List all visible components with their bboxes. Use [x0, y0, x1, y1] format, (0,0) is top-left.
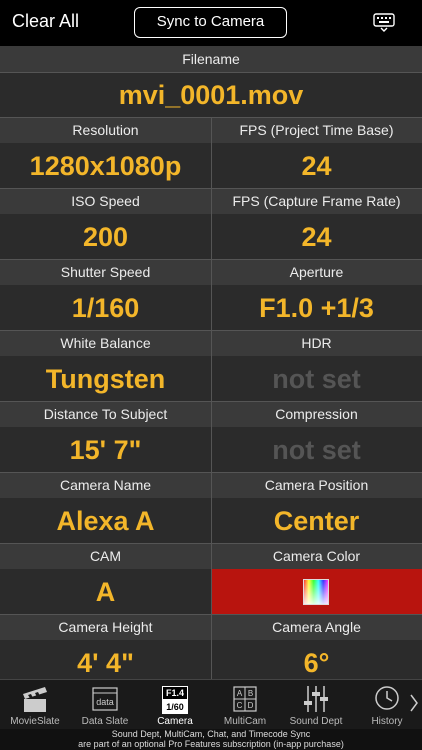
tab-label: MovieSlate: [10, 716, 60, 727]
resolution-value[interactable]: 1280x1080p: [0, 143, 211, 189]
history-clock-icon: [375, 686, 399, 710]
keyboard-dismiss-icon[interactable]: [373, 13, 395, 33]
row-divider: [0, 614, 422, 615]
white-balance-value[interactable]: Tungsten: [0, 356, 211, 402]
camera-icon-aperture-text: F1.4: [166, 688, 184, 698]
shutter-value[interactable]: 1/160: [0, 285, 211, 331]
camera-angle-label: Camera Angle: [211, 614, 422, 640]
camera-settings-icon: F1.4 1/60: [162, 686, 188, 714]
row-divider: [0, 543, 422, 544]
sync-to-camera-button[interactable]: Sync to Camera: [134, 7, 287, 38]
compression-value[interactable]: not set: [211, 427, 422, 473]
compression-label: Compression: [211, 401, 422, 427]
tab-sound-dept[interactable]: Sound Dept: [280, 680, 352, 730]
footer-line-1: Sound Dept, MultiCam, Chat, and Timecode…: [111, 729, 311, 739]
filename-label: Filename: [0, 46, 422, 72]
tab-data-slate[interactable]: data Data Slate: [70, 680, 140, 730]
multicam-icon-letter: B: [248, 689, 253, 698]
multicam-grid-icon: A B C D: [233, 686, 257, 712]
tab-bar: MovieSlate data Data Slate F1.4 1/60 Cam…: [0, 679, 422, 729]
row-divider: [0, 72, 422, 73]
fps-capture-value[interactable]: 24: [211, 214, 422, 260]
camera-icon-shutter-text: 1/60: [166, 702, 184, 712]
iso-label: ISO Speed: [0, 188, 211, 214]
camera-position-value[interactable]: Center: [211, 498, 422, 544]
camera-color-label: Camera Color: [211, 543, 422, 569]
data-slate-icon-text: data: [96, 697, 114, 707]
multicam-icon-letter: C: [237, 701, 243, 710]
pro-features-footer[interactable]: Sound Dept, MultiCam, Chat, and Timecode…: [0, 729, 422, 750]
multicam-icon-letter: A: [237, 689, 243, 698]
mixer-sliders-icon: [304, 686, 328, 712]
hdr-label: HDR: [211, 330, 422, 356]
cam-value[interactable]: A: [0, 569, 211, 615]
camera-name-label: Camera Name: [0, 472, 211, 498]
tab-label: MultiCam: [223, 716, 267, 727]
data-slate-icon: data: [92, 687, 118, 711]
color-picker-icon[interactable]: [303, 579, 329, 605]
fps-project-value[interactable]: 24: [211, 143, 422, 189]
aperture-value[interactable]: F1.0 +1/3: [211, 285, 422, 331]
aperture-label: Aperture: [211, 259, 422, 285]
fps-project-label: FPS (Project Time Base): [211, 117, 422, 143]
filename-value[interactable]: mvi_0001.mov: [0, 72, 422, 118]
column-divider: [211, 117, 212, 679]
row-divider: [0, 401, 422, 402]
camera-position-label: Camera Position: [211, 472, 422, 498]
tab-movieslate[interactable]: MovieSlate: [0, 680, 70, 730]
camera-color-value[interactable]: [211, 569, 422, 615]
tab-multicam[interactable]: A B C D MultiCam: [210, 680, 280, 730]
resolution-label: Resolution: [0, 117, 211, 143]
camera-height-value[interactable]: 4' 4": [0, 640, 211, 679]
tab-label: Sound Dept: [289, 716, 343, 727]
clapperboard-icon: [23, 687, 47, 712]
row-divider: [0, 472, 422, 473]
row-divider: [0, 330, 422, 331]
row-divider: [0, 117, 422, 118]
camera-angle-value[interactable]: 6°: [211, 640, 422, 679]
shutter-label: Shutter Speed: [0, 259, 211, 285]
tab-label: History: [371, 716, 403, 727]
tab-camera[interactable]: F1.4 1/60 Camera: [140, 680, 210, 730]
fps-capture-label: FPS (Capture Frame Rate): [211, 188, 422, 214]
row-divider: [0, 259, 422, 260]
distance-value[interactable]: 15' 7": [0, 427, 211, 473]
distance-label: Distance To Subject: [0, 401, 211, 427]
tab-label: Data Slate: [81, 716, 129, 727]
white-balance-label: White Balance: [0, 330, 211, 356]
row-divider: [0, 188, 422, 189]
cam-label: CAM: [0, 543, 211, 569]
camera-name-value[interactable]: Alexa A: [0, 498, 211, 544]
top-bar: Clear All Sync to Camera: [0, 0, 422, 46]
hdr-value[interactable]: not set: [211, 356, 422, 402]
chevron-right-icon[interactable]: [408, 691, 420, 715]
camera-height-label: Camera Height: [0, 614, 211, 640]
tab-label: Camera: [157, 716, 193, 727]
footer-line-2: are part of an optional Pro Features sub…: [78, 739, 344, 749]
clear-all-button[interactable]: Clear All: [12, 11, 79, 32]
multicam-icon-letter: D: [248, 701, 254, 710]
iso-value[interactable]: 200: [0, 214, 211, 260]
